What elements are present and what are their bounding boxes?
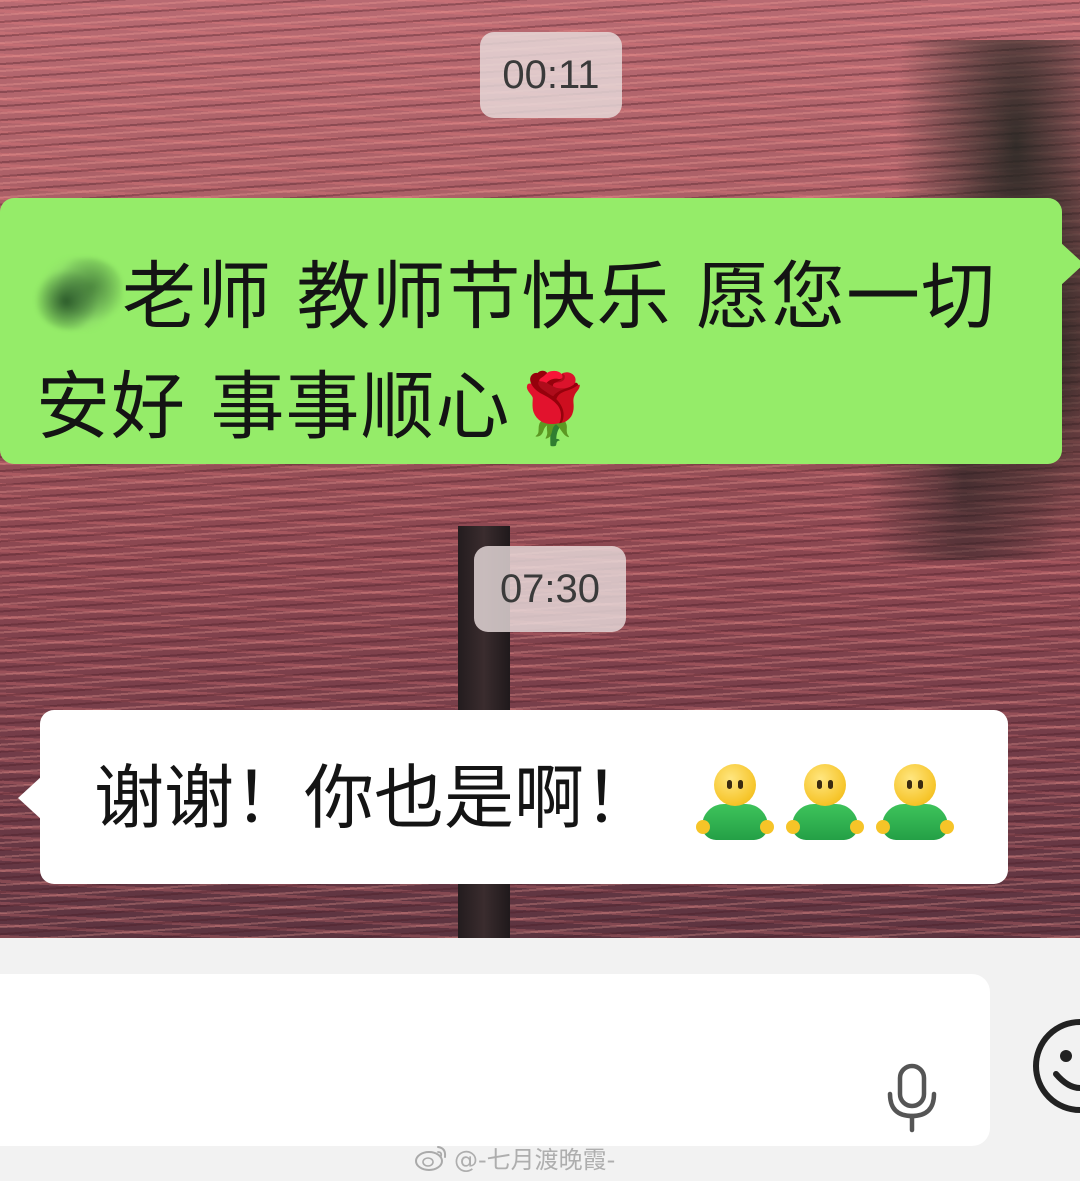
incoming-message-bubble[interactable]: 谢谢！你也是啊！ <box>18 710 1008 884</box>
timestamp: 07:30 <box>474 546 626 632</box>
emoji-group <box>694 764 954 844</box>
weibo-watermark: @-七月渡晚霞- <box>414 1140 615 1175</box>
incoming-message-text: 谢谢！你也是啊！ <box>94 757 654 839</box>
outgoing-message-bubble[interactable]: 老师 教师节快乐 愿您一切安好 事事顺心🌹 <box>0 198 1080 465</box>
watermark-text: @-七月渡晚霞- <box>454 1146 616 1174</box>
weibo-logo <box>415 1145 447 1171</box>
person-hug-icon <box>874 764 954 844</box>
person-hug-icon <box>784 764 864 844</box>
outgoing-message-text: 老师 教师节快乐 愿您一切安好 事事顺心🌹 <box>36 242 1036 465</box>
timestamp: 00:11 <box>480 32 622 118</box>
person-hug-icon <box>694 764 774 844</box>
microphone-icon[interactable] <box>880 1062 944 1134</box>
message-input[interactable] <box>0 974 990 1146</box>
rose-emoji: 🌹 <box>510 370 597 449</box>
smiley-icon[interactable] <box>1030 1016 1080 1116</box>
blurred-name-redaction <box>36 258 122 330</box>
